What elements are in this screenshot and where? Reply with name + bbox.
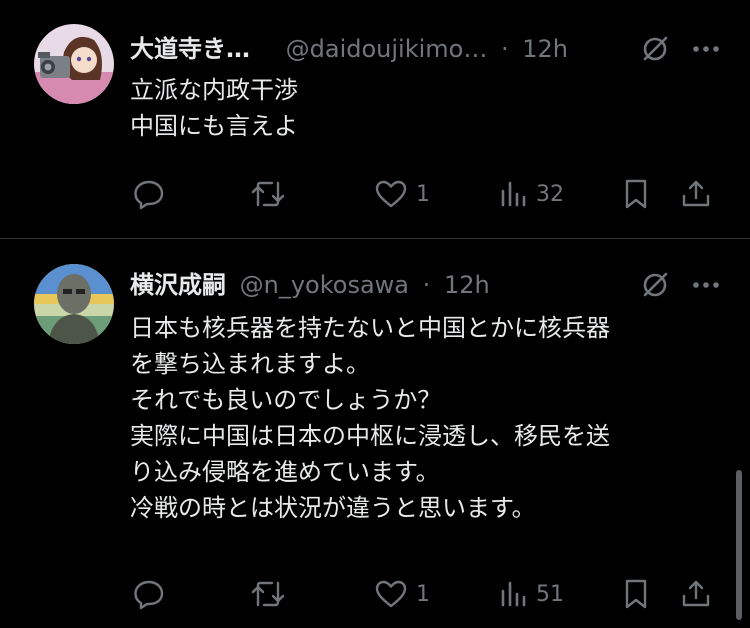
reply-button[interactable] [132,174,166,214]
views-count: 51 [536,581,564,607]
tweet-text-line: 中国にも言えよ [130,112,298,140]
tweet-header: 大道寺き… @daidoujikimo… · 12h [130,34,720,64]
user-handle[interactable]: @daidoujikimo… [286,35,488,63]
avatar[interactable] [34,24,114,104]
tweet-text-line: 立派な内政干渉 [130,76,298,104]
share-button[interactable] [680,574,712,614]
views-button[interactable]: 51 [498,574,564,614]
more-icon[interactable] [692,281,720,289]
share-icon [680,578,712,610]
views-count: 32 [536,181,564,207]
tweet-text: 日本も核兵器を持たないと中国とかに核兵器 を撃ち込まれますよ。 それでも良いので… [130,310,710,526]
bookmark-button[interactable] [622,174,650,214]
views-icon [498,579,528,609]
share-button[interactable] [680,174,712,214]
tweet-text-line: を撃ち込まれますよ。 [130,350,370,378]
tweet-text-line: それでも良いのでしょうか？ [130,386,442,414]
retweet-icon [250,177,286,211]
like-button[interactable]: 1 [374,574,430,614]
action-bar: 1 32 [130,174,720,214]
tweet-1[interactable]: 大道寺き… @daidoujikimo… · 12h 立派な内政干渉 中国にも言… [0,0,750,238]
like-count: 1 [416,581,430,607]
like-button[interactable]: 1 [374,174,430,214]
separator-dot: · [500,35,509,63]
tweet-text-line: 日本も核兵器を持たないと中国とかに核兵器 [130,314,610,342]
avatar[interactable] [34,264,114,344]
reply-button[interactable] [132,574,166,614]
retweet-icon [250,577,286,611]
tweet-text-line: 冷戦の時とは状況が違うと思います。 [130,494,536,522]
bookmark-icon [622,577,650,611]
reply-icon [132,577,166,611]
timestamp[interactable]: 12h [444,271,490,299]
display-name[interactable]: 大道寺き… [130,35,250,63]
views-icon [498,179,528,209]
display-name[interactable]: 横沢成嗣 [130,271,226,299]
grok-icon[interactable] [640,270,670,300]
bookmark-icon [622,177,650,211]
share-icon [680,178,712,210]
tweet-2[interactable]: 横沢成嗣 @n_yokosawa · 12h 日本も核兵器を持たないと中国とかに… [0,240,750,628]
like-icon [374,178,408,210]
views-button[interactable]: 32 [498,174,564,214]
tweet-text-line: 実際に中国は日本の中枢に浸透し、移民を送 [130,422,610,450]
action-bar: 1 51 [130,574,720,614]
separator-dot: · [422,271,431,299]
like-count: 1 [416,181,430,207]
retweet-button[interactable] [250,174,286,214]
user-handle[interactable]: @n_yokosawa [240,271,409,299]
retweet-button[interactable] [250,574,286,614]
more-icon[interactable] [692,45,720,53]
divider [0,238,750,239]
tweet-text: 立派な内政干渉 中国にも言えよ [130,72,710,144]
tweet-header: 横沢成嗣 @n_yokosawa · 12h [130,270,720,300]
grok-icon[interactable] [640,34,670,64]
tweet-text-line: り込み侵略を進めています。 [130,458,440,486]
like-icon [374,578,408,610]
reply-icon [132,177,166,211]
timestamp[interactable]: 12h [522,35,568,63]
scrollbar[interactable] [736,470,742,620]
bookmark-button[interactable] [622,574,650,614]
